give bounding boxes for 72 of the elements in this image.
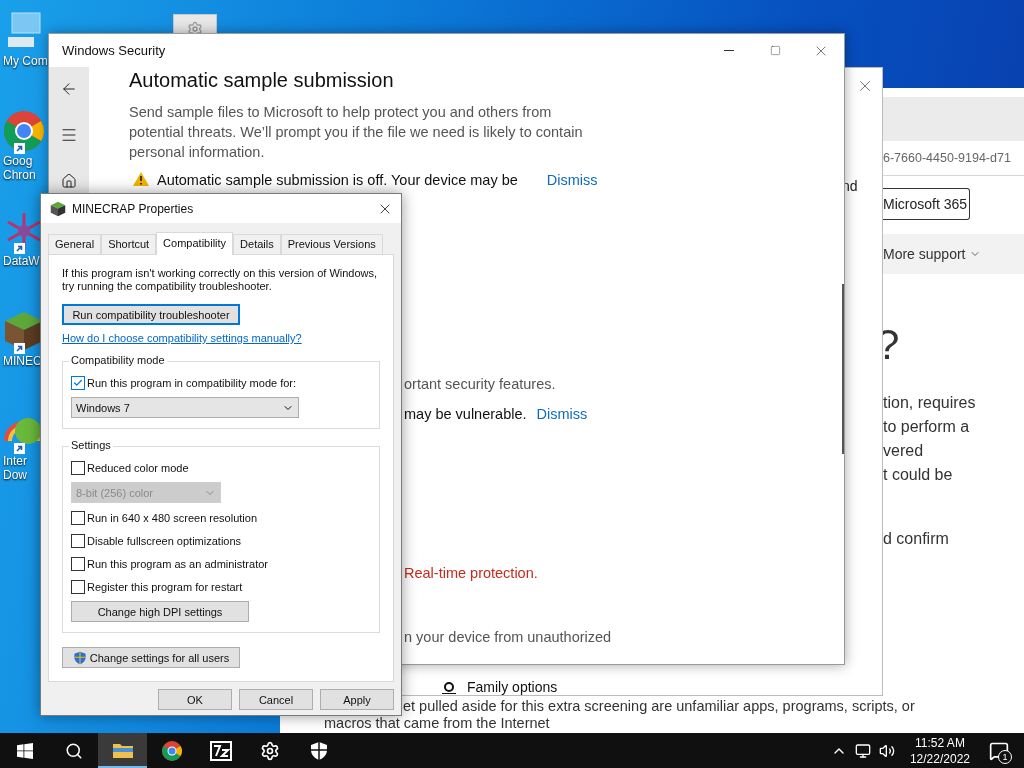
help-link[interactable]: How do I choose compatibility settings manually?: [62, 332, 302, 344]
text-fragment: n your device from unauthorized: [404, 629, 612, 645]
troubleshooter-button[interactable]: Run compatibility troubleshooter: [62, 304, 240, 325]
intro-text: If this program isn't working correctly on this version of Windows, try running the compatibility troubleshooter.: [62, 267, 379, 293]
paragraph-text: d confirm: [883, 529, 950, 549]
checkbox-label: Run this program in compatibility mode for:: [87, 376, 297, 389]
volume-icon[interactable]: [878, 742, 895, 759]
warning-icon: [133, 172, 149, 186]
settings-icon: [259, 740, 280, 761]
text-fragment: may be vulnerable.: [404, 406, 527, 422]
window-title: Windows Security: [62, 43, 167, 58]
time-text: 11:52 AM: [915, 734, 965, 751]
dpi-settings-button[interactable]: Change high DPI settings: [71, 601, 249, 622]
dialog-button[interactable]: OK: [158, 689, 232, 710]
notification-button[interactable]: 1: [984, 735, 1014, 766]
search-icon: [64, 741, 83, 760]
os-dropdown[interactable]: Windows 7: [71, 397, 299, 418]
checkbox-label: Run in 640 x 480 screen resolution: [87, 511, 257, 524]
checkmark-icon: [73, 377, 83, 388]
minimize-icon: [724, 50, 734, 51]
taskbar-app-button[interactable]: [98, 733, 147, 768]
checkbox-label: Register this program for restart: [87, 580, 243, 593]
paragraph-text: tion, requires to perform a vered t could be: [883, 393, 977, 485]
menu-icon: [60, 126, 78, 144]
tab[interactable]: General: [48, 234, 102, 254]
error-text: Real-time protection.: [404, 565, 538, 581]
page-heading: Automatic sample submission: [129, 69, 395, 92]
network-icon[interactable]: [854, 742, 871, 759]
tab[interactable]: Compatibility: [156, 232, 234, 255]
chrome-icon: [2, 109, 46, 153]
dismiss-link[interactable]: Dismiss: [536, 406, 588, 422]
checkbox[interactable]: [71, 510, 85, 525]
date-text: 12/22/2022: [909, 750, 970, 767]
dialog-button[interactable]: Cancel: [239, 689, 313, 710]
tab[interactable]: Details: [233, 234, 281, 254]
checkbox[interactable]: [71, 375, 85, 390]
text-fragment: ortant security features.: [404, 376, 556, 392]
nav-item[interactable]: Family options: [467, 679, 558, 695]
checkbox-label: Run this program as an administrator: [87, 557, 268, 570]
dialog-title: MINECRAP Properties: [72, 201, 195, 216]
grass-block-icon: [50, 200, 66, 217]
more-support-menu[interactable]: More support: [883, 246, 966, 262]
windows-logo-icon: [16, 742, 33, 759]
tab[interactable]: Shortcut: [101, 234, 157, 254]
shield-icon: [308, 740, 329, 761]
home-icon: [61, 173, 77, 189]
checkbox[interactable]: [71, 556, 85, 571]
checkbox[interactable]: [71, 533, 85, 548]
all-users-button[interactable]: Change settings for all users: [62, 647, 240, 668]
checkbox-label: Reduced color mode: [87, 461, 189, 474]
checkbox[interactable]: [71, 460, 85, 475]
scrollbar[interactable]: [842, 284, 844, 454]
dismiss-link[interactable]: Dismiss: [546, 172, 598, 188]
notification-icon: [989, 740, 1009, 761]
maximize-icon: [769, 45, 781, 56]
body-text-line: et pulled aside for this extra screening are unfamiliar apps, programs, scripts, or: [403, 698, 915, 715]
chrome-icon: [160, 739, 183, 762]
clock[interactable]: 11:52 AM 12/22/2022: [901, 734, 978, 767]
archive-app-icon: [209, 740, 232, 761]
group-label: Compatibility mode: [69, 354, 167, 366]
checkbox[interactable]: [71, 579, 85, 594]
description-text: Send sample files to Microsoft to help protect you and others from potential threats. We’ll prompt you if the file we need is likely to contain personal information.: [129, 103, 584, 162]
group-label: Settings: [69, 439, 113, 451]
checkbox-label: Disable fullscreen optimizations: [87, 534, 242, 547]
compatibility-checkbox[interactable]: Run this program in compatibility mode for:: [71, 374, 371, 391]
body-text-line: macros that came from the Internet: [324, 715, 550, 732]
uac-shield-icon: [72, 650, 87, 665]
address-text: 6-7660-4450-9194-d71: [883, 151, 1011, 165]
dialog-button[interactable]: Apply: [320, 689, 394, 710]
notification-badge: 1: [998, 749, 1012, 764]
tab[interactable]: Previous Versions: [280, 234, 383, 254]
alert-text: Automatic sample submission is off. Your device may be: [157, 172, 518, 188]
